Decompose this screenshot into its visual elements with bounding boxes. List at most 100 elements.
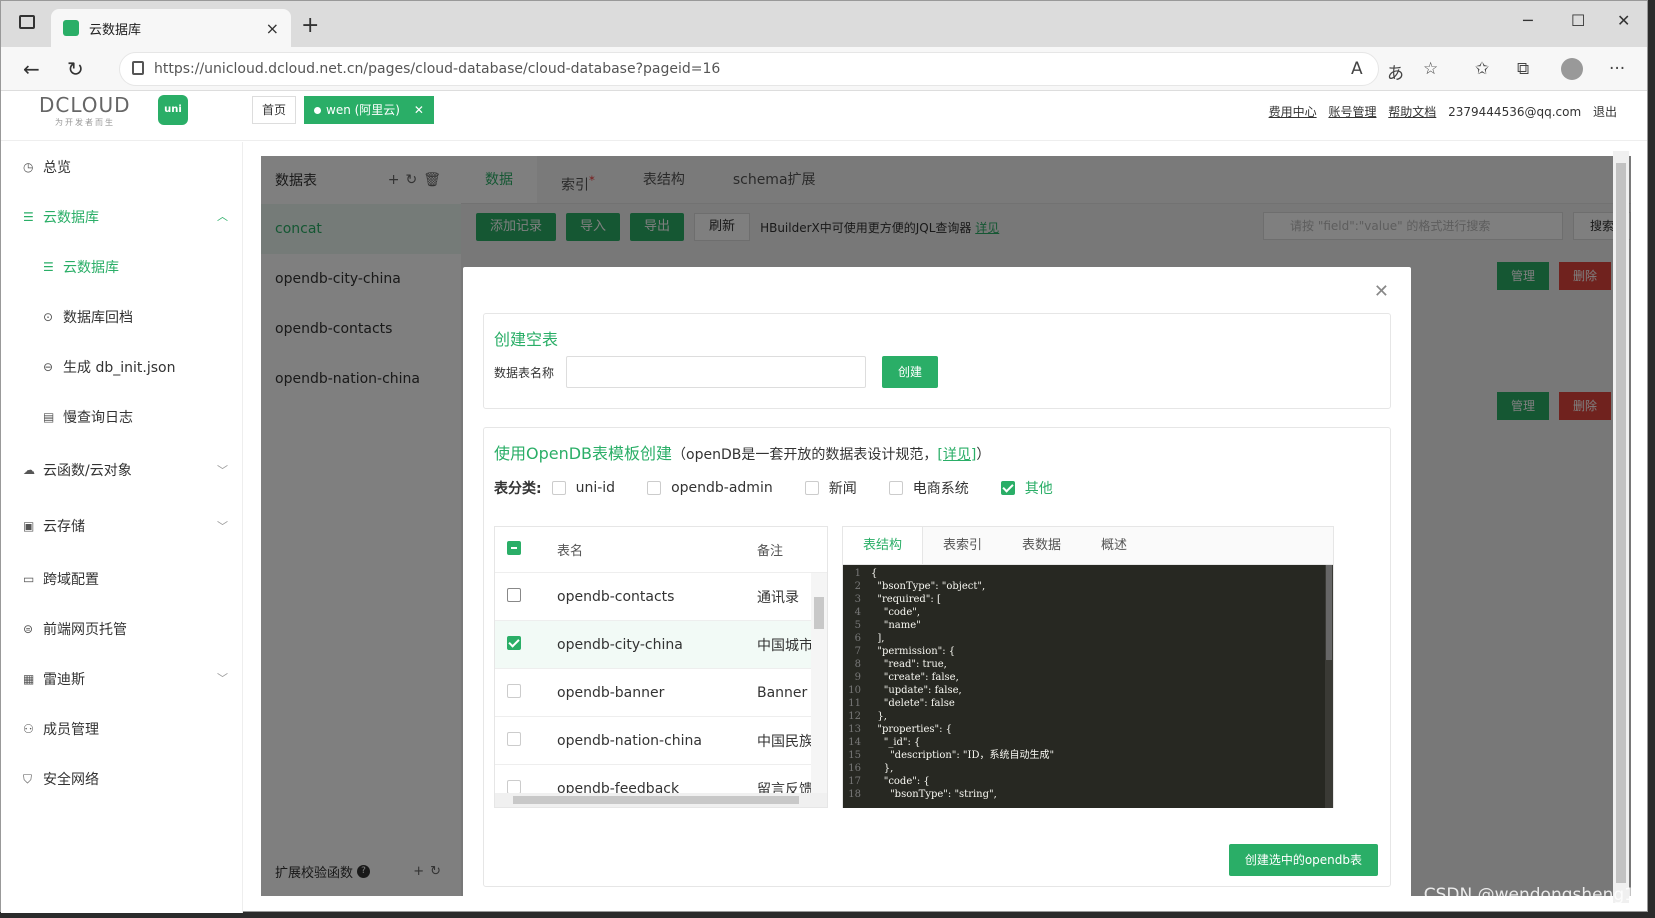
list-vscrollbar[interactable] bbox=[811, 573, 827, 793]
back-icon[interactable]: ← bbox=[23, 57, 40, 81]
close-icon[interactable]: ✕ bbox=[1374, 281, 1389, 302]
category-other[interactable]: 其他 bbox=[1000, 478, 1053, 498]
category-news[interactable]: 新闻 bbox=[804, 478, 857, 498]
status-dot-icon bbox=[314, 107, 321, 114]
tab-overview[interactable]: 概述 bbox=[1081, 527, 1147, 564]
watermark: CSDN @wendongsheng1 bbox=[1423, 885, 1635, 905]
browser-tab[interactable]: 云数据库 × bbox=[51, 9, 291, 47]
row-checkbox[interactable] bbox=[507, 779, 521, 794]
account-link[interactable]: 账号管理 bbox=[1328, 105, 1376, 119]
logout-link[interactable]: 退出 bbox=[1593, 105, 1617, 119]
code-text: "properties": { bbox=[871, 724, 953, 735]
sidebar-subitem-rollback[interactable]: ⊙ 数据库回档 bbox=[1, 292, 242, 342]
opendb-link[interactable]: [详见] bbox=[937, 447, 976, 463]
line-number: 6 bbox=[854, 633, 861, 644]
code-text: "delete": false bbox=[871, 698, 955, 709]
table-icon: ☰ bbox=[43, 260, 54, 274]
code-line: 16 }, bbox=[843, 762, 1333, 775]
tab-indexes[interactable]: 表索引 bbox=[923, 527, 1002, 564]
schema-code-viewer[interactable]: 1{2 "bsonType": "object", 3 "required": [… bbox=[843, 565, 1333, 808]
close-window-icon[interactable]: ✕ bbox=[1617, 11, 1630, 30]
checkbox-checked[interactable] bbox=[1000, 481, 1015, 495]
scrollbar-thumb[interactable] bbox=[1326, 565, 1332, 660]
favorite-icon[interactable]: ☆ bbox=[1423, 59, 1438, 79]
profile-icon[interactable] bbox=[1561, 58, 1583, 80]
chevron-up-icon: ︿ bbox=[217, 210, 228, 223]
template-note: 通讯录 bbox=[757, 589, 799, 606]
sidebar-item-security[interactable]: ⛉ 安全网络 bbox=[1, 754, 242, 804]
favorites-list-icon[interactable]: ✩ bbox=[1475, 59, 1489, 79]
sidebar-subitem-slow-log[interactable]: ▤ 慢查询日志 bbox=[1, 392, 242, 442]
sidebar-item-members[interactable]: ⚇ 成员管理 bbox=[1, 704, 242, 754]
docs-link[interactable]: 帮助文档 bbox=[1388, 105, 1436, 119]
sidebar-item-cors[interactable]: ▭ 跨域配置 bbox=[1, 554, 242, 604]
code-line: 4 "code", bbox=[843, 606, 1333, 619]
tab-table-data[interactable]: 表数据 bbox=[1002, 527, 1081, 564]
reload-icon[interactable]: ↻ bbox=[67, 57, 84, 81]
tab-bar: 云数据库 × + ─ ☐ ✕ bbox=[1, 1, 1647, 47]
app-header: DCLOUD 为开发者而生 uni 首页 wen (阿里云) ✕ 费用中心 账号… bbox=[1, 91, 1647, 141]
category-opendb-admin[interactable]: opendb-admin bbox=[647, 480, 773, 496]
template-row[interactable]: opendb-nation-china 中国民族 bbox=[495, 717, 827, 765]
sidebar-subitem-db-init[interactable]: ⊖ 生成 db_init.json bbox=[1, 342, 242, 392]
sidebar-item-functions[interactable]: ☁ 云函数/云对象 ﹀ bbox=[1, 442, 242, 498]
close-tab-icon[interactable]: × bbox=[266, 19, 279, 38]
checkbox[interactable] bbox=[804, 481, 819, 495]
tab-actions-icon[interactable] bbox=[19, 15, 35, 29]
maximize-icon[interactable]: ☐ bbox=[1571, 11, 1585, 30]
select-all-checkbox[interactable] bbox=[507, 540, 521, 555]
line-number: 16 bbox=[848, 763, 861, 774]
checkbox[interactable] bbox=[551, 481, 566, 495]
page-scrollbar[interactable] bbox=[1613, 151, 1629, 903]
env-tag[interactable]: wen (阿里云) ✕ bbox=[304, 96, 434, 124]
template-row[interactable]: opendb-banner Banner bbox=[495, 669, 827, 717]
create-button[interactable]: 创建 bbox=[882, 356, 938, 388]
more-icon[interactable]: ··· bbox=[1609, 59, 1625, 79]
url-field[interactable]: https://unicloud.dcloud.net.cn/pages/clo… bbox=[119, 52, 1379, 86]
new-tab-icon[interactable]: + bbox=[301, 13, 319, 38]
code-line: 17 "code": { bbox=[843, 775, 1333, 788]
read-aloud-icon[interactable]: A bbox=[1351, 59, 1363, 79]
collections-icon[interactable]: ⧉ bbox=[1517, 59, 1529, 79]
sidebar-item-storage[interactable]: ▣ 云存储 ﹀ bbox=[1, 498, 242, 554]
checkbox[interactable] bbox=[647, 481, 662, 495]
table-name-input[interactable] bbox=[566, 356, 866, 388]
line-number: 13 bbox=[848, 724, 861, 735]
sidebar-item-label: 云数据库 bbox=[63, 260, 119, 276]
row-checkbox[interactable] bbox=[507, 683, 521, 698]
line-number: 9 bbox=[854, 672, 861, 683]
sidebar-item-redis[interactable]: ▦ 雷迪斯 ﹀ bbox=[1, 654, 242, 704]
uni-logo-icon: uni bbox=[158, 95, 188, 125]
template-list: 表名 备注 opendb-contacts 通讯录 opendb-city-chi… bbox=[494, 526, 828, 808]
scrollbar-thumb[interactable] bbox=[814, 597, 824, 629]
template-row[interactable]: opendb-contacts 通讯录 bbox=[495, 573, 827, 621]
lock-icon bbox=[132, 61, 144, 75]
sidebar-item-cloud-db[interactable]: ☰ 云数据库 ︿ bbox=[1, 192, 242, 242]
create-selected-button[interactable]: 创建选中的opendb表 bbox=[1228, 844, 1378, 876]
url-text: https://unicloud.dcloud.net.cn/pages/clo… bbox=[154, 61, 721, 77]
site-favicon-icon bbox=[63, 20, 79, 36]
list-hscrollbar[interactable] bbox=[495, 793, 827, 807]
translate-icon[interactable]: あ bbox=[1387, 59, 1404, 84]
category-uni-id[interactable]: uni-id bbox=[551, 480, 615, 496]
row-checkbox[interactable] bbox=[507, 731, 521, 746]
dcloud-logo[interactable]: DCLOUD 为开发者而生 bbox=[39, 93, 131, 128]
template-row[interactable]: opendb-city-china 中国城市 bbox=[495, 621, 827, 669]
checkbox[interactable] bbox=[888, 481, 903, 495]
row-checkbox[interactable] bbox=[507, 587, 521, 602]
scrollbar-thumb[interactable] bbox=[1616, 163, 1626, 883]
code-scrollbar[interactable] bbox=[1325, 565, 1333, 808]
minimize-icon[interactable]: ─ bbox=[1523, 11, 1533, 30]
header-links: 费用中心 账号管理 帮助文档 2379444536@qq.com 退出 bbox=[1261, 103, 1617, 120]
sidebar-item-hosting[interactable]: ⊜ 前端网页托管 bbox=[1, 604, 242, 654]
billing-link[interactable]: 费用中心 bbox=[1269, 105, 1317, 119]
home-button[interactable]: 首页 bbox=[252, 96, 297, 124]
row-checkbox-checked[interactable] bbox=[507, 635, 521, 650]
category-ecommerce[interactable]: 电商系统 bbox=[888, 478, 969, 498]
sidebar-subitem-cloud-db[interactable]: ☰ 云数据库 bbox=[1, 242, 242, 292]
code-line: 1{ bbox=[843, 567, 1333, 580]
sidebar-item-overview[interactable]: ◷ 总览 bbox=[1, 142, 242, 192]
tab-structure[interactable]: 表结构 bbox=[843, 527, 924, 564]
scrollbar-thumb[interactable] bbox=[513, 796, 799, 804]
env-close-icon[interactable]: ✕ bbox=[414, 103, 424, 117]
